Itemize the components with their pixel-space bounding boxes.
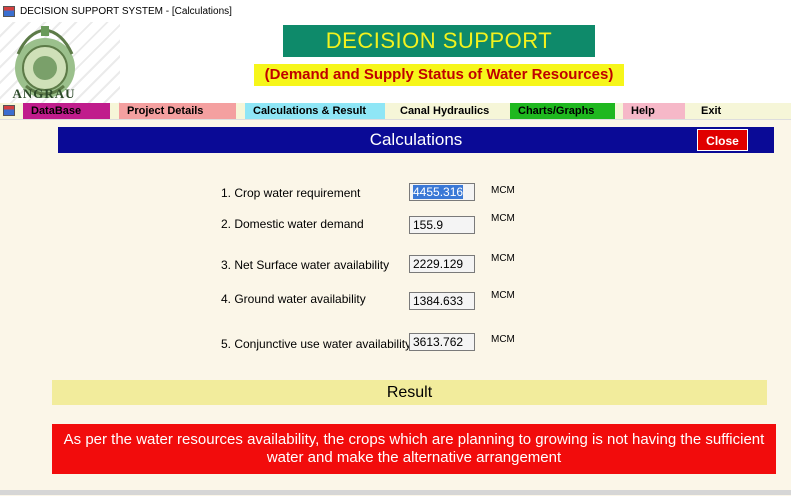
app-icon xyxy=(3,5,15,17)
ground-water-availability-label: 4. Ground water availability xyxy=(221,292,366,306)
menu-calculations-result[interactable]: Calculations & Result xyxy=(245,103,385,119)
crop-water-requirement-field[interactable]: 4455.316 xyxy=(409,183,475,201)
app-title: DECISION SUPPORT SYSTEM xyxy=(283,25,595,85)
crop-water-requirement-label: 1. Crop water requirement xyxy=(221,186,361,200)
conjunctive-use-water-availability-unit: MCM xyxy=(491,334,515,345)
close-button[interactable]: Close xyxy=(697,129,748,151)
window-bottom-border xyxy=(0,490,791,495)
calculations-header: Calculations xyxy=(58,127,774,153)
app-subtitle: (Demand and Supply Status of Water Resou… xyxy=(254,64,624,86)
net-surface-water-availability-unit: MCM xyxy=(491,253,515,264)
crop-water-requirement-unit: MCM xyxy=(491,185,515,196)
result-message: As per the water resources availability,… xyxy=(52,424,776,474)
ground-water-availability-field[interactable]: 1384.633 xyxy=(409,292,475,310)
window-title: DECISION SUPPORT SYSTEM - [Calculations] xyxy=(20,5,232,17)
net-surface-water-availability-label: 3. Net Surface water availability xyxy=(221,258,390,272)
window-titlebar: DECISION SUPPORT SYSTEM - [Calculations] xyxy=(0,0,791,22)
domestic-water-demand-field[interactable]: 155.9 xyxy=(409,216,475,234)
domestic-water-demand-label: 2. Domestic water demand xyxy=(221,217,364,231)
net-surface-water-availability-field[interactable]: 2229.129 xyxy=(409,255,475,273)
result-header: Result xyxy=(52,380,767,405)
menu-charts-graphs[interactable]: Charts/Graphs xyxy=(510,103,615,119)
conjunctive-use-water-availability-label: 5. Conjunctive use water availability xyxy=(221,337,412,351)
menu-canal-hydraulics[interactable]: Canal Hydraulics xyxy=(392,103,506,119)
ground-water-availability-unit: MCM xyxy=(491,290,515,301)
menu-exit[interactable]: Exit xyxy=(693,103,753,119)
crop-water-requirement-value: 4455.316 xyxy=(413,185,464,199)
conjunctive-use-water-availability-field[interactable]: 3613.762 xyxy=(409,333,475,351)
menu-project-details[interactable]: Project Details xyxy=(119,103,236,119)
menu-help[interactable]: Help xyxy=(623,103,685,119)
mdi-window-icon[interactable] xyxy=(3,105,15,116)
domestic-water-demand-unit: MCM xyxy=(491,213,515,224)
logo-text: ANGRAU xyxy=(12,86,76,101)
menu-database[interactable]: DataBase xyxy=(23,103,110,119)
